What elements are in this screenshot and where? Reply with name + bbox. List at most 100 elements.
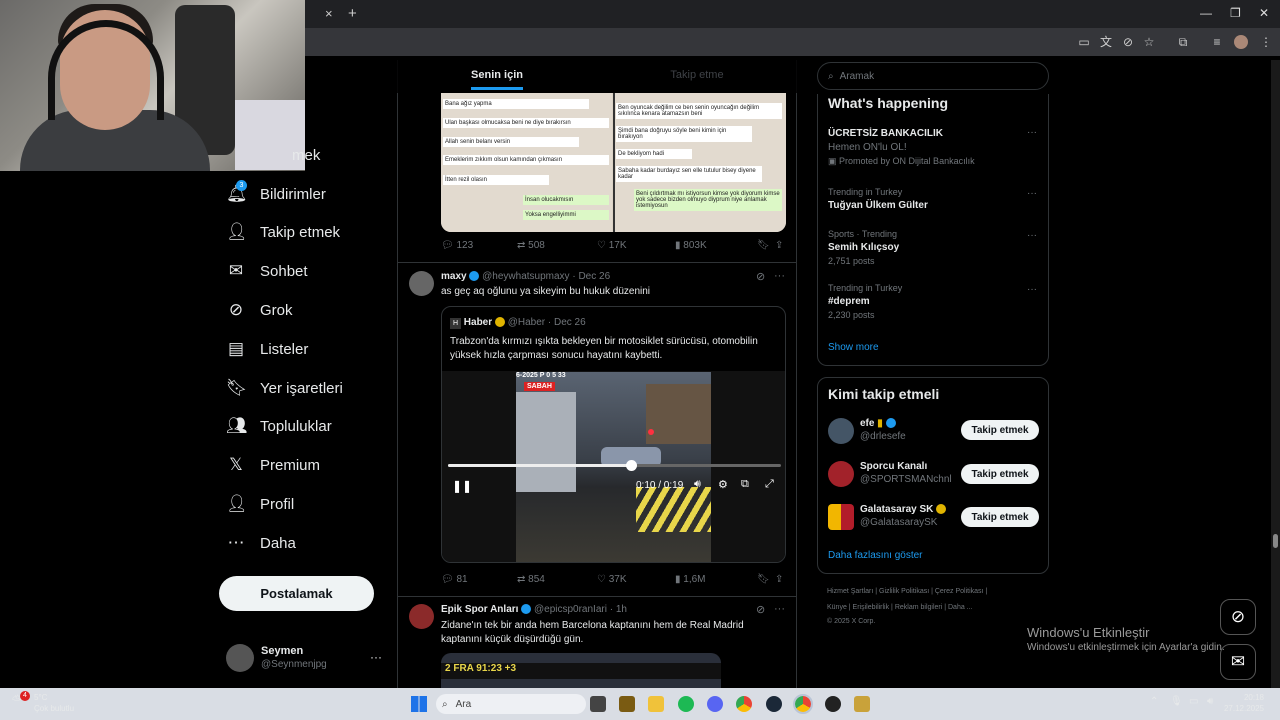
video-scrubber[interactable] [448,460,781,471]
reply-button[interactable]: 💬︎ 123 [441,240,517,251]
trend-more-icon[interactable]: ··· [1027,230,1037,241]
tab-close-icon[interactable]: × [325,6,333,21]
nav-item-lists[interactable]: ▤ Listeler [226,333,308,365]
author-name[interactable]: maxy [441,271,467,282]
star-icon[interactable]: ☆ [1142,35,1156,49]
chrome-active-icon[interactable] [793,694,813,714]
app-icon[interactable] [854,696,870,712]
discord-icon[interactable] [707,696,723,712]
nav-item-premium[interactable]: 𝕏 Premium [226,449,320,481]
show-more-link[interactable]: Show more [828,342,879,353]
trend-more-icon[interactable]: ··· [1027,188,1037,199]
post-button[interactable]: Postalamak [219,576,374,611]
nav-item-chat[interactable]: ✉ Sohbet [226,255,308,287]
author-handle[interactable]: @heywhatsupmaxy [482,271,569,282]
footer-links[interactable]: Hizmet Şartları | Gizlilik Politikası | … [827,588,987,595]
clock-time[interactable]: 20:18 [1228,693,1264,702]
grok-float-button[interactable]: ⊘ [1220,599,1256,635]
trend-more-icon[interactable]: ··· [1027,127,1037,138]
share-icon[interactable]: ⇪ [775,240,783,251]
settings-icon[interactable]: ⚙ [718,478,728,491]
avatar[interactable] [409,604,434,629]
reading-list-icon[interactable]: ≡ [1210,35,1224,49]
volume-icon[interactable]: 🔊︎ [694,478,701,491]
follow-suggestion[interactable]: Sporcu Kanalı @SPORTSMANchnl [860,461,952,485]
trend-item[interactable]: Trending in Turkey #deprem 2,230 posts [828,283,1038,320]
avatar[interactable] [226,644,254,672]
share-icon[interactable]: ⇪ [775,574,783,585]
tweet-video[interactable]: 2 FRA 91:23 +3 [441,653,721,688]
cast-icon[interactable]: ▭ [1077,35,1091,49]
clock-date[interactable]: 27.12.2025 [1222,704,1264,713]
nav-item-grok[interactable]: ⊘ Grok [226,294,293,326]
bookmark-icon[interactable]: 🔖︎ [757,574,775,585]
nav-item-more[interactable]: ⋯ Daha [226,527,296,559]
pip-icon[interactable]: ⧉ [741,478,749,491]
maximize-icon[interactable]: ❐ [1230,6,1241,20]
avatar[interactable] [828,461,854,487]
app-icon[interactable] [619,696,635,712]
views-button[interactable]: ▮ 1,6M [675,574,757,585]
like-button[interactable]: ♡ 17K [597,240,675,251]
trend-item[interactable]: Trending in Turkey Tuğyan Ülkem Gülter [828,187,1038,211]
nav-item-communities[interactable]: 👥︎ Topluluklar [226,410,332,442]
profile-avatar[interactable] [1234,35,1248,49]
windows-start-icon[interactable] [411,696,427,712]
tweet-date[interactable]: · 1h [610,604,627,615]
show-more-link[interactable]: Daha fazlasını göster [828,550,923,561]
video-player[interactable]: 6-2025 P 0 5 33 SABAH ❚❚ 0:10 / 0:19 🔊︎ … [442,371,785,562]
more-icon[interactable]: ··· [774,603,785,615]
tray-chevron-icon[interactable]: ⌃ [1150,696,1158,707]
new-tab-icon[interactable]: + [348,5,357,22]
author-name[interactable]: Epik Spor Anları [441,604,518,615]
tweet-image[interactable]: Bana ağız yapma Ulan başkası olmucaksa b… [441,93,786,232]
account-more-icon[interactable]: ··· [370,650,382,664]
minimize-icon[interactable]: — [1200,6,1212,20]
tab-following[interactable]: Takip etme [597,60,797,93]
trend-item[interactable]: ÜCRETSİZ BANKACILIK Hemen ON'lu OL! ▣ Pr… [828,128,1038,167]
quote-tweet[interactable]: H Haber @Haber · Dec 26 Trabzon'da kırmı… [441,306,786,563]
steam-icon[interactable] [766,696,782,712]
weather-icon[interactable]: ⛅︎ 4 [12,691,30,707]
avatar[interactable] [828,418,854,444]
nav-partial-item[interactable]: mek [292,147,320,164]
search-input[interactable]: ⌕ Aramak [817,62,1049,90]
footer-links[interactable]: Künye | Erişilebilirlik | Reklam bilgile… [827,604,973,611]
tab-for-you[interactable]: Senin için [397,60,597,93]
trend-more-icon[interactable]: ··· [1027,284,1037,295]
tweet-date[interactable]: · Dec 26 [572,271,610,282]
task-view-icon[interactable] [590,696,606,712]
retweet-button[interactable]: ⇄ 854 [517,574,597,585]
extensions-icon[interactable]: ⧉ [1176,35,1190,49]
reply-button[interactable]: 💬︎ 81 [441,574,517,585]
account-name[interactable]: Seymen [261,645,303,657]
nav-item-bookmarks[interactable]: 🔖︎ Yer işaretleri [226,372,343,404]
more-icon[interactable]: ··· [774,270,785,282]
microphone-icon[interactable]: 🎙︎ [1170,696,1183,707]
author-handle[interactable]: @epicsp0ranIari [534,604,607,615]
follow-button[interactable]: Takip etmek [961,464,1039,484]
grok-icon[interactable]: ⊘ [756,603,765,616]
volume-icon[interactable]: 🔊︎ [1207,696,1213,707]
messages-float-button[interactable]: ✉ [1220,644,1256,680]
views-button[interactable]: ▮ 803K [675,240,757,251]
spotify-icon[interactable] [678,696,694,712]
retweet-button[interactable]: ⇄ 508 [517,240,597,251]
browser-menu-icon[interactable]: ⋮ [1259,35,1273,49]
avatar[interactable] [409,271,434,296]
avatar[interactable] [828,504,854,530]
scrollbar[interactable] [1271,60,1280,688]
nav-item-profile[interactable]: 👤︎ Profil [226,488,294,520]
translate-icon[interactable]: 文 [1099,35,1113,49]
follow-suggestion[interactable]: efe ▮ @drlesefe [860,418,906,442]
file-explorer-icon[interactable] [648,696,664,712]
trend-item[interactable]: Sports · Trending Semih Kılıçsoy 2,751 p… [828,229,1038,266]
taskbar-search-input[interactable]: ⌕ Ara [436,694,586,714]
eye-off-icon[interactable]: ⊘ [1121,35,1135,49]
bookmark-icon[interactable]: 🔖︎ [757,240,775,251]
network-icon[interactable]: ▭ [1189,696,1198,707]
follow-suggestion[interactable]: Galatasaray SK @GalatasaraySK [860,504,947,528]
follow-button[interactable]: Takip etmek [961,420,1039,440]
like-button[interactable]: ♡ 37K [597,574,675,585]
close-window-icon[interactable]: ✕ [1259,6,1269,20]
